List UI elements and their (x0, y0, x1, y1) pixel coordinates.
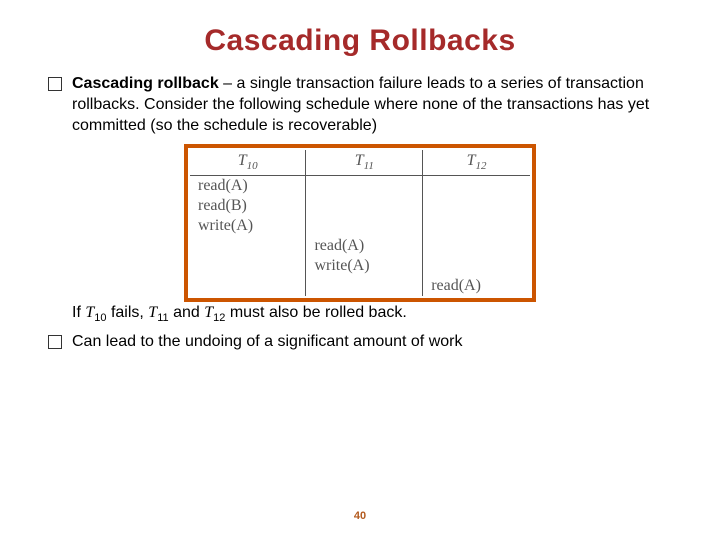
page-title: Cascading Rollbacks (40, 24, 680, 58)
col-header-t12: T12 (423, 150, 530, 175)
cell: read(B) (190, 196, 306, 216)
table-row: write(A) (190, 216, 530, 236)
table-row: read(A) (190, 276, 530, 296)
bullet-item-2: Can lead to the undoing of a significant… (48, 332, 680, 353)
checkbox-icon (48, 77, 62, 91)
checkbox-icon (48, 335, 62, 349)
cell: write(A) (190, 216, 306, 236)
table-row: read(A) (190, 236, 530, 256)
cell (423, 236, 530, 256)
schedule-table: T10 T11 T12 read(A) read(B) write(A) rea… (190, 150, 530, 295)
page-number: 40 (0, 510, 720, 522)
bullet-1-bold: Cascading rollback (72, 75, 219, 92)
cell (423, 256, 530, 276)
cell (306, 196, 423, 216)
cell (423, 216, 530, 236)
cell (423, 196, 530, 216)
col-header-t11: T11 (306, 150, 423, 175)
bullet-2-text: Can lead to the undoing of a significant… (72, 332, 680, 353)
cell (306, 216, 423, 236)
schedule-table-frame: T10 T11 T12 read(A) read(B) write(A) rea… (184, 144, 536, 301)
cell: read(A) (306, 236, 423, 256)
cell (423, 175, 530, 196)
table-row: read(B) (190, 196, 530, 216)
cell (190, 276, 306, 296)
table-header-row: T10 T11 T12 (190, 150, 530, 175)
col-header-t10: T10 (190, 150, 306, 175)
table-row: read(A) (190, 175, 530, 196)
bullet-1-text: Cascading rollback – a single transactio… (72, 74, 680, 136)
cell (190, 256, 306, 276)
table-row: write(A) (190, 256, 530, 276)
bullet-item-1: Cascading rollback – a single transactio… (48, 74, 680, 136)
cell: read(A) (190, 175, 306, 196)
cell (190, 236, 306, 256)
cell: write(A) (306, 256, 423, 276)
cell: read(A) (423, 276, 530, 296)
cell (306, 276, 423, 296)
followup-line: If T10 fails, T11 and T12 must also be r… (72, 304, 680, 324)
cell (306, 175, 423, 196)
slide: Cascading Rollbacks Cascading rollback –… (0, 0, 720, 540)
